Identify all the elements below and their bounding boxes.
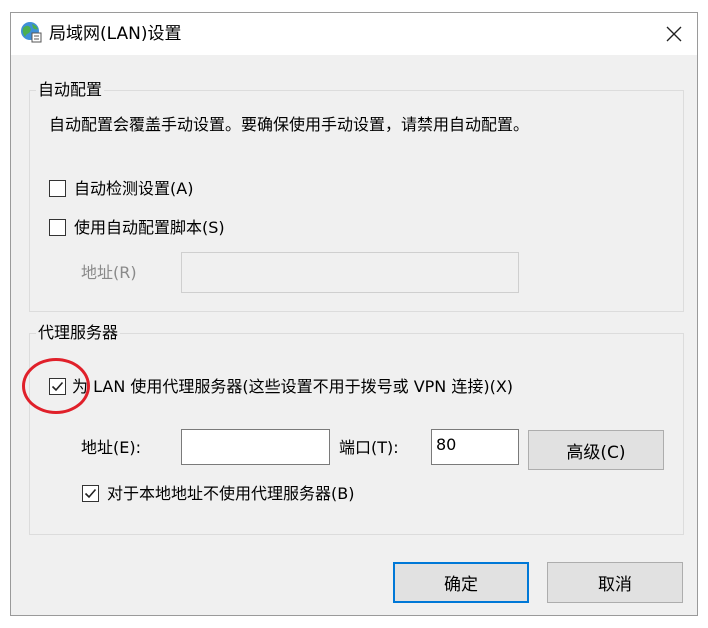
- bypass-local-label[interactable]: 对于本地地址不使用代理服务器(B): [107, 483, 354, 505]
- script-address-field[interactable]: [181, 252, 519, 293]
- dialog-title: 局域网(LAN)设置: [49, 24, 182, 44]
- title-bar: 局域网(LAN)设置: [11, 13, 697, 55]
- proxy-port-label: 端口(T):: [339, 438, 399, 457]
- use-proxy-label[interactable]: 为 LAN 使用代理服务器(这些设置不用于拨号或 VPN 连接)(X): [72, 376, 513, 398]
- highlight-circle-annotation: [22, 358, 90, 414]
- auto-detect-checkbox[interactable]: [49, 180, 66, 197]
- screen-background: 局域网(LAN)设置 自动配置 自动配置会覆盖手动设置。要确保使用手动设置，请禁…: [0, 0, 708, 628]
- check-icon: [84, 488, 97, 499]
- auto-config-description: 自动配置会覆盖手动设置。要确保使用手动设置，请禁用自动配置。: [49, 115, 530, 134]
- advanced-button[interactable]: 高级(C): [528, 430, 664, 470]
- ok-button[interactable]: 确定: [393, 562, 529, 603]
- proxy-port-input[interactable]: 80: [431, 429, 519, 465]
- bypass-local-checkbox[interactable]: [82, 485, 99, 502]
- use-script-label[interactable]: 使用自动配置脚本(S): [74, 217, 225, 239]
- proxy-address-input[interactable]: [181, 429, 330, 465]
- auto-detect-label[interactable]: 自动检测设置(A): [74, 178, 193, 200]
- auto-config-group-title: 自动配置: [36, 80, 105, 100]
- script-address-label: 地址(R): [81, 263, 137, 282]
- proxy-group-title: 代理服务器: [36, 323, 121, 343]
- globe-settings-icon: [20, 21, 42, 43]
- cancel-button[interactable]: 取消: [547, 562, 683, 603]
- use-script-checkbox[interactable]: [49, 219, 66, 236]
- lan-settings-dialog: 局域网(LAN)设置 自动配置 自动配置会覆盖手动设置。要确保使用手动设置，请禁…: [10, 12, 698, 616]
- close-icon: [666, 26, 682, 42]
- proxy-address-label: 地址(E):: [81, 438, 141, 457]
- close-button[interactable]: [651, 13, 697, 55]
